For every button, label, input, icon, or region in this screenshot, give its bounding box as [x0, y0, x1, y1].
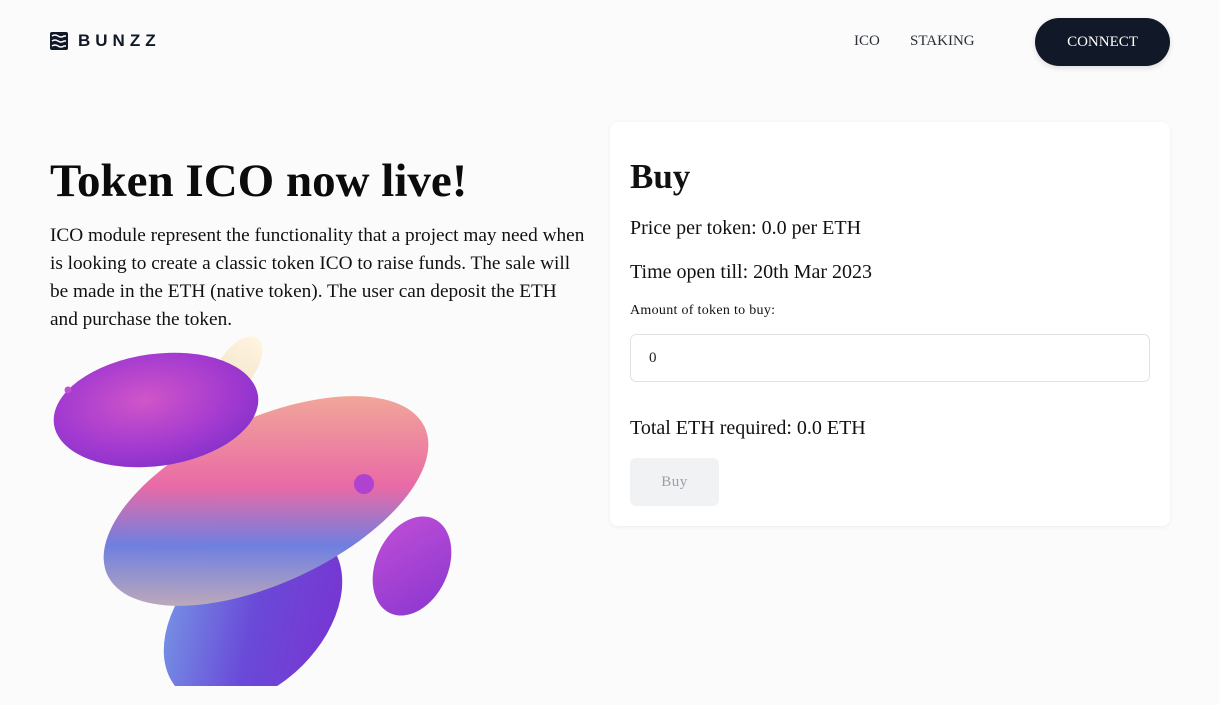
hero-description: ICO module represent the functionality t… — [50, 225, 585, 330]
buy-button[interactable]: Buy — [630, 458, 719, 506]
abstract-blob-illustration — [53, 336, 452, 686]
brand-name: BUNZZ — [78, 31, 161, 50]
price-per-token: Price per token: 0.0 per ETH — [630, 217, 862, 239]
buy-card: Buy Price per token: 0.0 per ETH Time op… — [610, 122, 1170, 526]
top-navbar: BUNZZ ICO STAKING CONNECT — [0, 0, 1219, 84]
amount-label: Amount of token to buy: — [630, 303, 776, 318]
total-eth-required: Total ETH required: 0.0 ETH — [630, 417, 866, 439]
brand-logo[interactable]: BUNZZ — [50, 31, 161, 51]
nav-item-ico[interactable]: ICO — [854, 33, 880, 50]
buy-card-title: Buy — [630, 157, 691, 196]
connect-wallet-button[interactable]: CONNECT — [1035, 18, 1170, 66]
hero-title: Token ICO now live! — [50, 155, 468, 207]
nav-item-staking[interactable]: STAKING — [910, 33, 975, 50]
time-open-till: Time open till: 20th Mar 2023 — [630, 261, 873, 283]
amount-input[interactable] — [630, 334, 1150, 382]
stacked-waves-icon — [50, 32, 68, 50]
